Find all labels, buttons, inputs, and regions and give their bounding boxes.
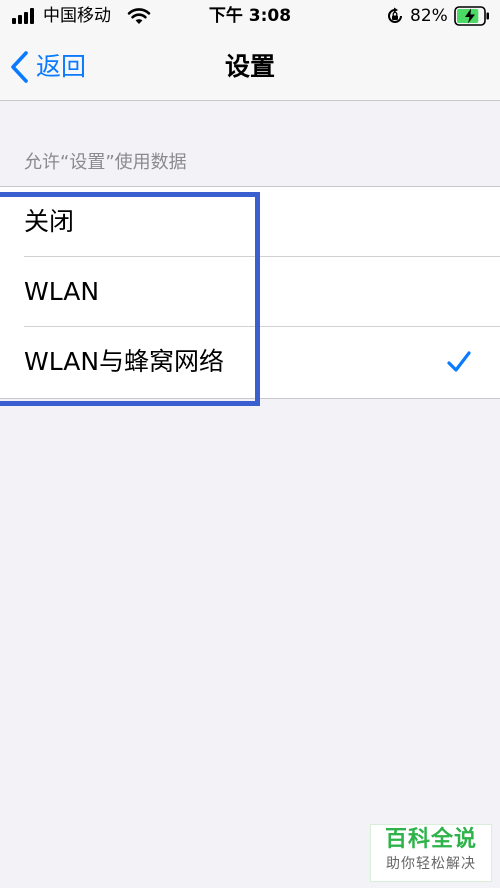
status-bar: 中国移动 下午 3:08 82% <box>0 0 500 34</box>
page-title: 设置 <box>224 52 275 81</box>
data-usage-options: 关闭 WLAN WLAN与蜂窝网络 <box>0 186 500 399</box>
checkmark-icon <box>447 351 471 372</box>
navigation-bar: 返回 设置 <box>0 34 500 101</box>
option-wlan[interactable]: WLAN <box>0 257 500 327</box>
option-label: WLAN与蜂窝网络 <box>24 347 225 376</box>
watermark-title: 百科全说 <box>384 827 477 852</box>
battery-percent: 82% <box>410 6 448 26</box>
watermark-logo: 百科全说 助你轻松解决 <box>370 824 492 882</box>
option-label: 关闭 <box>24 207 75 236</box>
rotation-lock-icon <box>388 7 402 23</box>
option-off[interactable]: 关闭 <box>0 187 500 257</box>
battery-icon <box>454 6 489 26</box>
option-wlan-cellular[interactable]: WLAN与蜂窝网络 <box>0 327 500 397</box>
option-label: WLAN <box>24 277 100 306</box>
section-header: 允许“设置”使用数据 <box>24 152 187 173</box>
watermark-subtitle: 助你轻松解决 <box>386 856 476 872</box>
